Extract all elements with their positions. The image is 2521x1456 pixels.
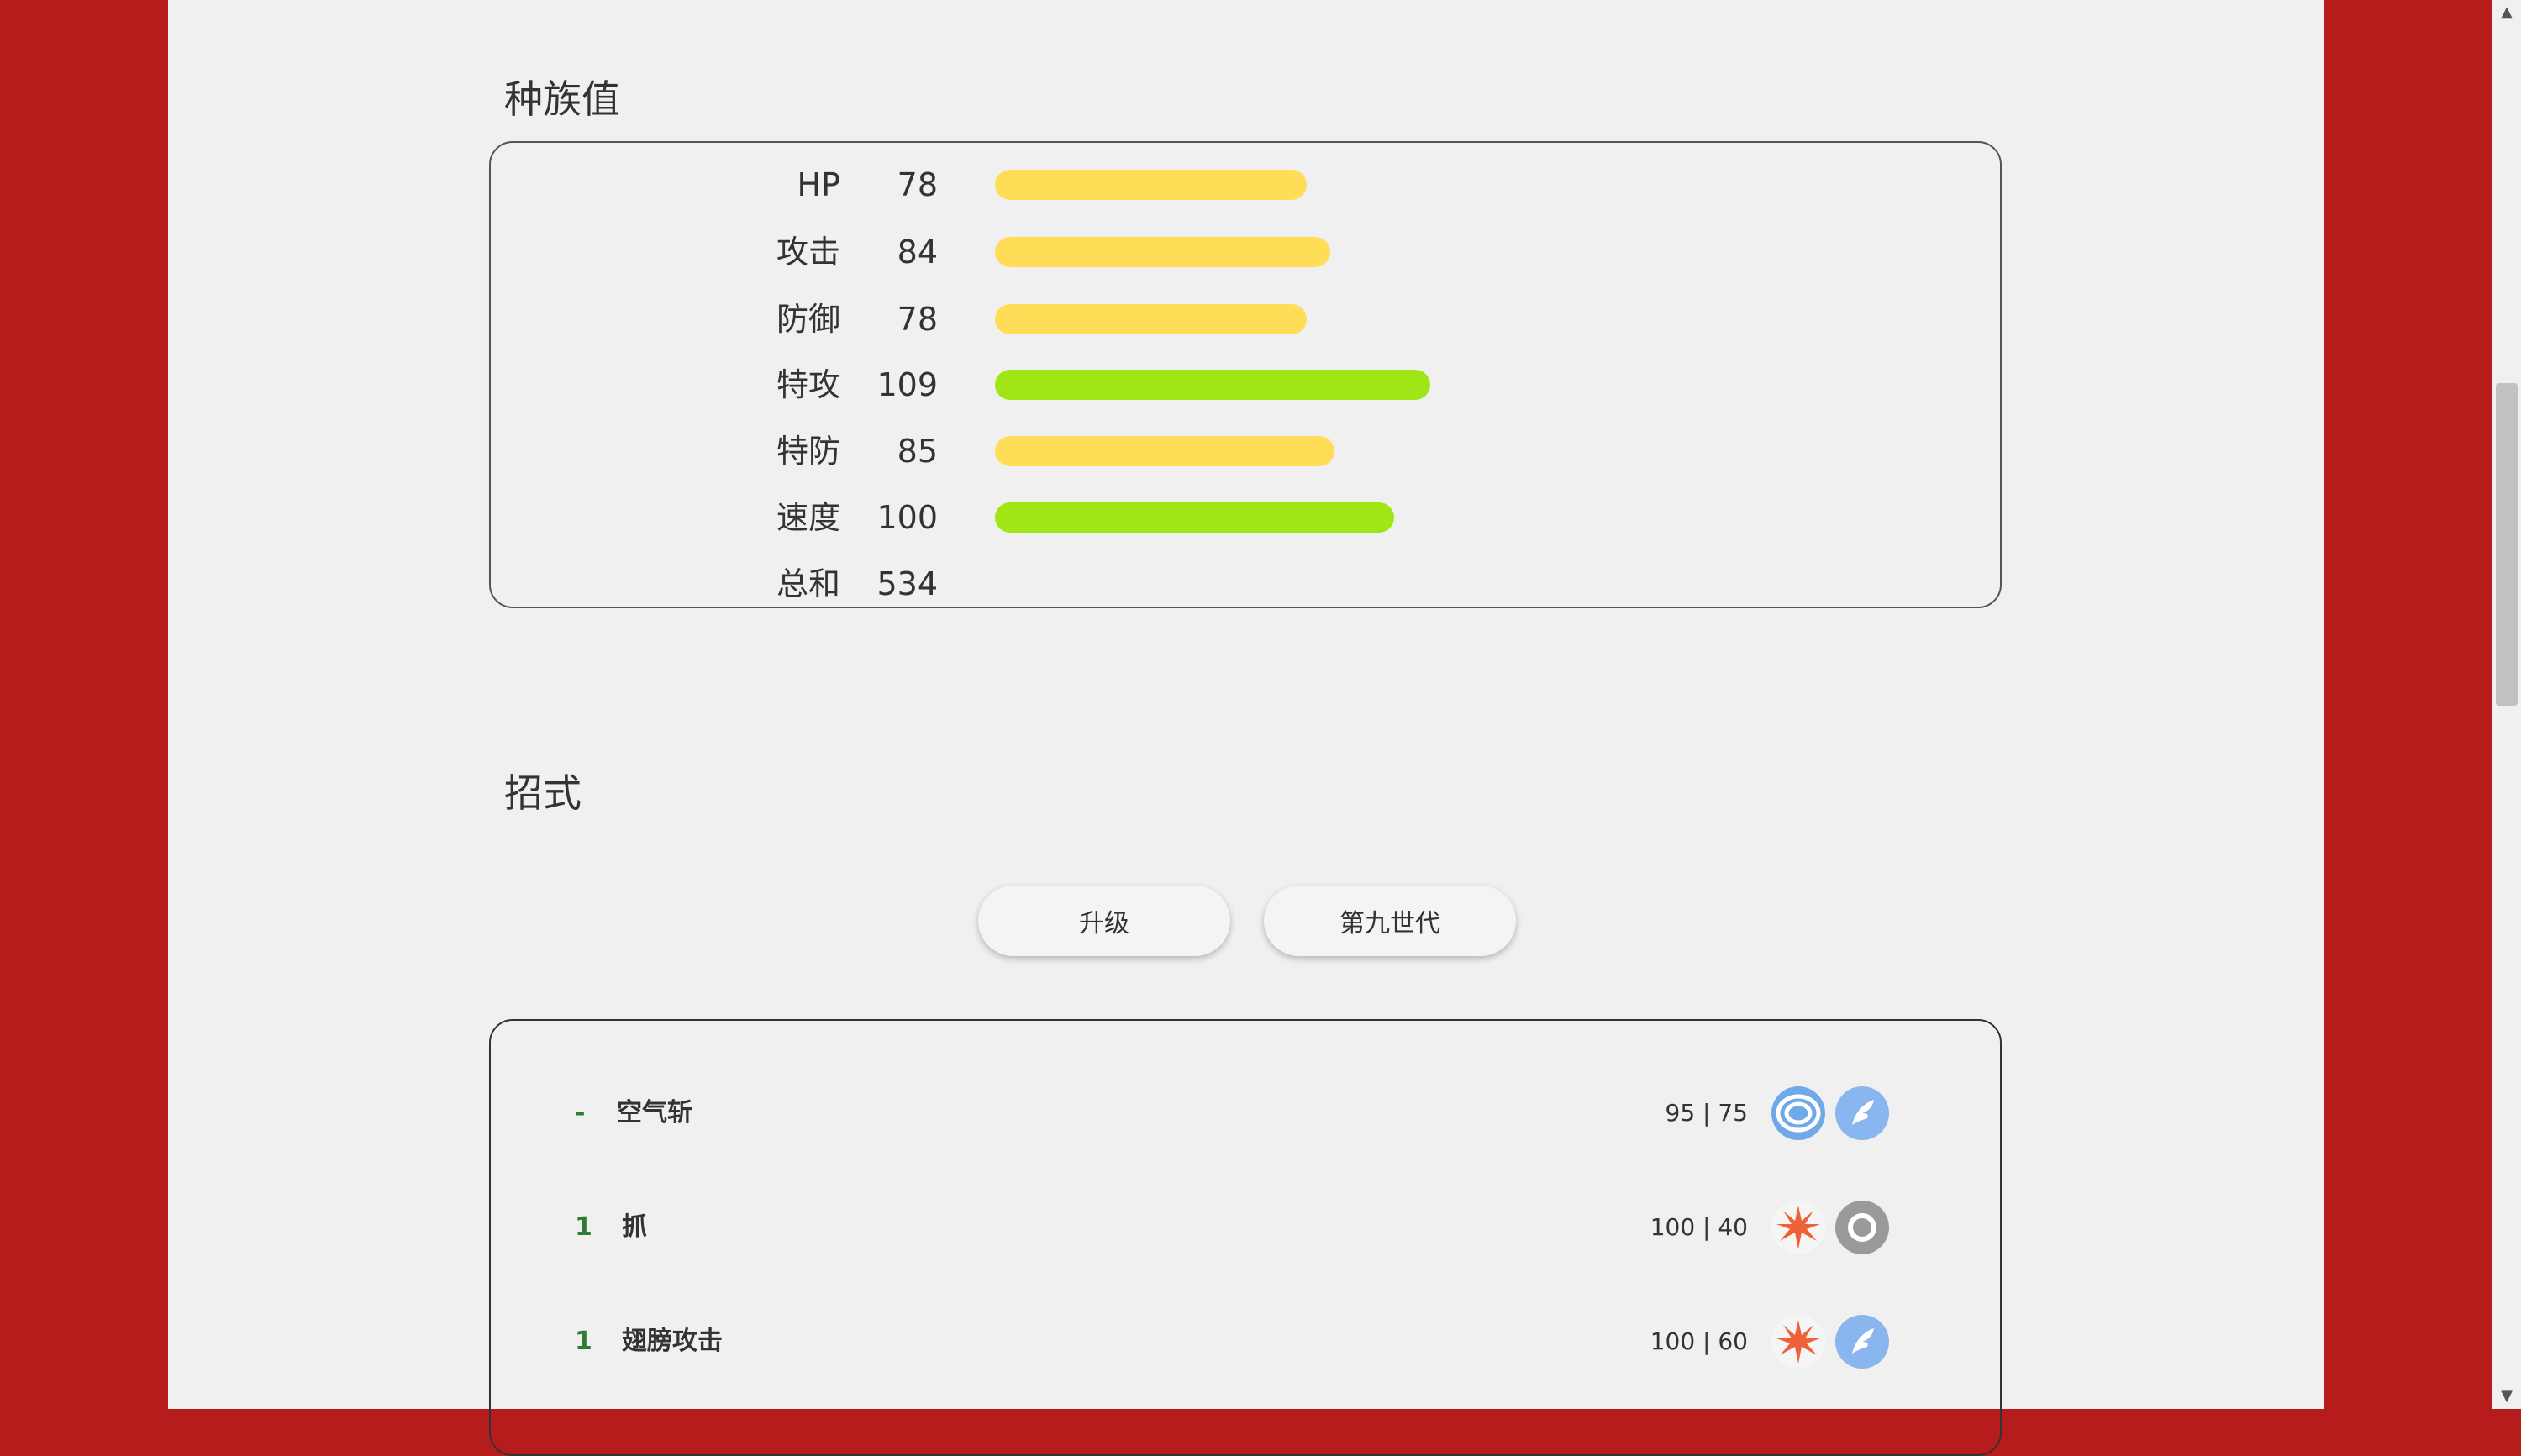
scroll-up-arrow-icon[interactable]: ▲ <box>2492 0 2521 25</box>
stat-label-total: 总和 <box>776 565 840 602</box>
stat-value: 78 <box>897 166 938 203</box>
flying-type-icon <box>1835 1315 1889 1369</box>
stat-row-sp-defense: 特防 85 <box>491 418 2000 485</box>
stat-row-hp: HP 78 <box>491 151 2000 218</box>
stat-bar <box>995 304 1307 334</box>
tab-level-up[interactable]: 升级 <box>978 886 1230 956</box>
stat-value: 109 <box>876 366 938 403</box>
move-row[interactable]: - 空气斩 95 | 75 <box>491 1071 2000 1155</box>
move-accuracy-power: 100 | 40 <box>1650 1213 1748 1241</box>
stat-row-sp-attack: 特攻 109 <box>491 351 2000 418</box>
flying-type-icon <box>1835 1086 1889 1140</box>
move-name: 空气斩 <box>617 1098 692 1127</box>
move-accuracy-power: 95 | 75 <box>1665 1099 1749 1127</box>
page-content: 种族值 HP 78 攻击 84 防御 78 特攻 109 特防 85 速度 10… <box>168 0 2324 1456</box>
stat-label: 特防 <box>776 433 840 470</box>
move-row[interactable]: 1 翅膀攻击 100 | 60 <box>491 1300 2000 1384</box>
stat-row-defense: 防御 78 <box>491 286 2000 353</box>
stat-value: 84 <box>897 234 938 271</box>
stat-label: 攻击 <box>776 234 840 271</box>
stats-section-title: 种族值 <box>504 76 620 122</box>
stat-label: 速度 <box>776 499 840 536</box>
moves-list-panel: - 空气斩 95 | 75 1 抓 100 | 40 1 翅膀攻击 100 | … <box>489 1019 2002 1456</box>
physical-icon <box>1771 1315 1825 1369</box>
stat-value: 100 <box>876 499 938 536</box>
scroll-down-arrow-icon[interactable]: ▼ <box>2492 1384 2521 1409</box>
special-icon <box>1771 1086 1825 1140</box>
stat-row-total: 总和 534 <box>491 550 2000 618</box>
physical-icon <box>1771 1201 1825 1254</box>
stat-bar <box>995 370 1430 400</box>
move-row[interactable]: 1 抓 100 | 40 <box>491 1185 2000 1269</box>
page-scrollbar[interactable]: ▲ ▼ <box>2492 0 2521 1409</box>
move-level: - <box>575 1098 586 1127</box>
stat-value-total: 534 <box>876 565 938 602</box>
tab-generation-nine[interactable]: 第九世代 <box>1264 886 1516 956</box>
stat-bar <box>995 237 1330 267</box>
stat-value: 78 <box>897 301 938 338</box>
stat-label: 防御 <box>776 301 840 338</box>
stat-bar <box>995 170 1307 200</box>
moves-section-title: 招式 <box>504 770 582 816</box>
normal-type-icon <box>1835 1201 1889 1254</box>
move-level: 1 <box>575 1327 592 1356</box>
move-name: 抓 <box>622 1212 647 1242</box>
stat-label: HP <box>797 166 841 203</box>
stat-label: 特攻 <box>776 366 840 403</box>
move-level: 1 <box>575 1212 592 1242</box>
move-name: 翅膀攻击 <box>622 1327 723 1356</box>
stat-value: 85 <box>897 433 938 470</box>
stat-bar <box>995 436 1334 466</box>
stat-row-attack: 攻击 84 <box>491 218 2000 286</box>
stat-row-speed: 速度 100 <box>491 484 2000 551</box>
base-stats-panel: HP 78 攻击 84 防御 78 特攻 109 特防 85 速度 100 总和… <box>489 141 2002 608</box>
scroll-thumb[interactable] <box>2496 383 2518 706</box>
move-accuracy-power: 100 | 60 <box>1650 1327 1748 1355</box>
stat-bar <box>995 502 1394 533</box>
